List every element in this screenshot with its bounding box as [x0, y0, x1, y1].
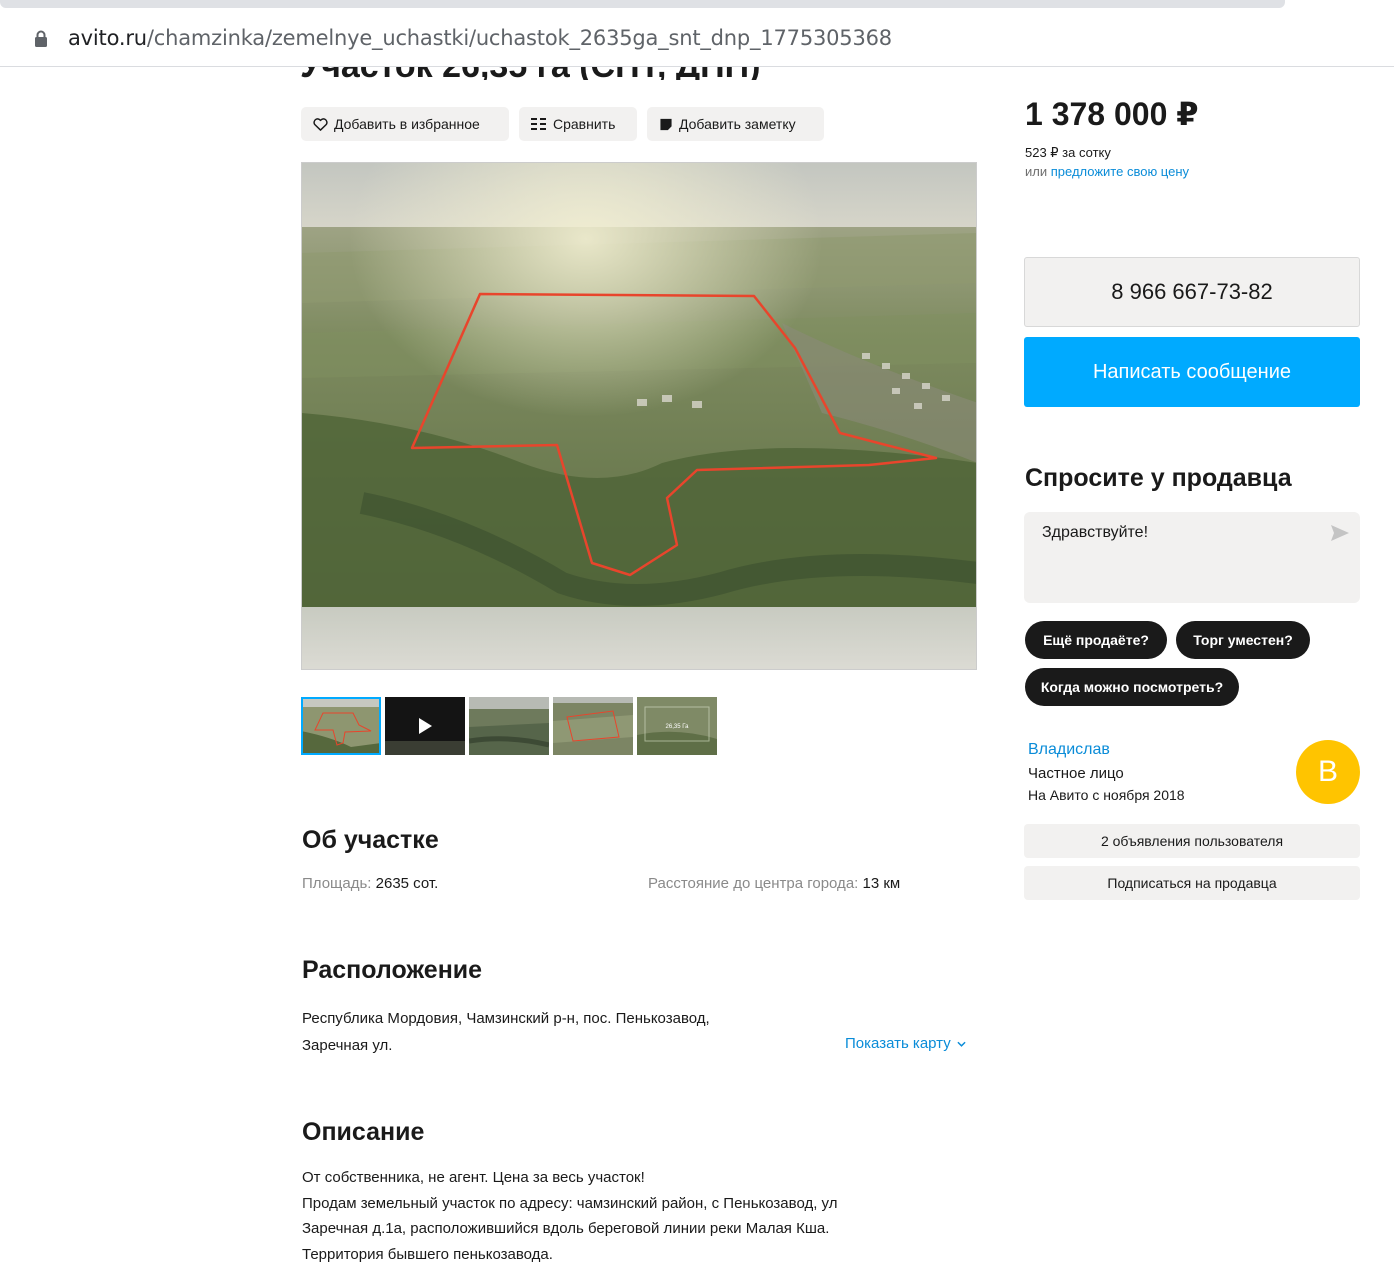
- show-map-label: Показать карту: [845, 1035, 951, 1052]
- seller-type: Частное лицо: [1028, 765, 1124, 782]
- about-heading: Об участке: [302, 826, 439, 854]
- offer-prefix: или: [1025, 164, 1048, 179]
- add-note-label: Добавить заметку: [679, 116, 796, 132]
- quick-question-still-selling[interactable]: Ещё продаёте?: [1025, 621, 1167, 659]
- area-label: Площадь:: [302, 875, 372, 892]
- photo-thumbnail-5[interactable]: 26,35 Га: [637, 697, 717, 755]
- ask-seller-input-text: Здравствуйте!: [1042, 524, 1149, 541]
- description-line: Территория бывшего пенькозавода.: [302, 1245, 553, 1263]
- seller-since: На Авито с ноября 2018: [1028, 787, 1185, 803]
- listing-title: Участок 26,35 га (СНТ, ДНП): [300, 67, 760, 80]
- description-line: Заречная д.1а, расположившийся вдоль бер…: [302, 1220, 830, 1237]
- description-text: От собственника, не агент. Цена за весь …: [302, 1165, 942, 1264]
- thumbnail-image: [553, 697, 633, 755]
- address-bar[interactable]: avito.ru/chamzinka/zemelnye_uchastki/uch…: [0, 16, 1394, 64]
- avatar[interactable]: В: [1296, 740, 1360, 804]
- seller-name-link[interactable]: Владислав: [1028, 741, 1110, 759]
- price: 1 378 000 ₽: [1025, 96, 1199, 132]
- heart-icon: [313, 117, 328, 131]
- offer-price-row: или предложите свою цену: [1025, 164, 1189, 179]
- thumbnail-image: [469, 697, 549, 755]
- description-line: Продам земельный участок по адресу: чамз…: [302, 1194, 838, 1212]
- photo-thumbnail-3[interactable]: [469, 697, 549, 755]
- distance-label: Расстояние до центра города:: [648, 875, 859, 892]
- send-icon[interactable]: [1330, 524, 1350, 542]
- quick-question-bargain[interactable]: Торг уместен?: [1176, 621, 1310, 659]
- show-map-link[interactable]: Показать карту: [845, 1035, 966, 1052]
- browser-tabstrip-edge: [0, 0, 1285, 8]
- main-photo[interactable]: [301, 162, 977, 670]
- address-line-2: Заречная ул.: [302, 1037, 393, 1054]
- thumbnail-area-label: 26,35 Га: [666, 724, 690, 730]
- add-to-favorites-label: Добавить в избранное: [334, 116, 480, 132]
- compare-button[interactable]: Сравнить: [519, 107, 637, 141]
- video-thumbnail[interactable]: [385, 697, 465, 755]
- url-path: /chamzinka/zemelnye_uchastki/uchastok_26…: [146, 26, 892, 50]
- param-distance: Расстояние до центра города: 13 км: [648, 875, 900, 892]
- write-message-button[interactable]: Написать сообщение: [1024, 337, 1360, 407]
- area-value: 2635 сот.: [375, 875, 439, 892]
- description-line: От собственника, не агент. Цена за весь …: [302, 1169, 645, 1186]
- lock-icon: [35, 30, 47, 47]
- show-phone-button[interactable]: 8 966 667-73-82: [1024, 257, 1360, 327]
- play-icon: [385, 697, 465, 755]
- subscribe-seller-button[interactable]: Подписаться на продавца: [1024, 866, 1360, 900]
- description-heading: Описание: [302, 1118, 425, 1146]
- distance-value: 13 км: [862, 875, 901, 892]
- url-host: avito.ru: [68, 26, 147, 50]
- compare-icon: [531, 118, 546, 130]
- seller-ads-button[interactable]: 2 объявления пользователя: [1024, 824, 1360, 858]
- thumbnail-image: 26,35 Га: [637, 697, 717, 755]
- compare-label: Сравнить: [553, 116, 616, 132]
- price-per-sotka: 523 ₽ за сотку: [1025, 145, 1111, 160]
- ask-seller-input[interactable]: Здравствуйте!: [1024, 512, 1360, 603]
- address: Республика Мордовия, Чамзинский р-н, пос…: [302, 1005, 822, 1059]
- url-text[interactable]: avito.ru/chamzinka/zemelnye_uchastki/uch…: [68, 26, 892, 50]
- note-icon: [660, 118, 672, 130]
- chevron-down-icon: [957, 1041, 966, 1047]
- listing-title-clip: Участок 26,35 га (СНТ, ДНП): [300, 67, 980, 80]
- add-note-button[interactable]: Добавить заметку: [647, 107, 824, 141]
- add-to-favorites-button[interactable]: Добавить в избранное: [301, 107, 509, 141]
- offer-price-link[interactable]: предложите свою цену: [1051, 164, 1189, 179]
- param-area: Площадь: 2635 сот.: [302, 875, 438, 892]
- ask-seller-heading: Спросите у продавца: [1025, 464, 1292, 492]
- thumbnail-image: [301, 697, 381, 755]
- address-line-1: Республика Мордовия, Чамзинский р-н, пос…: [302, 1010, 710, 1027]
- quick-question-when-view[interactable]: Когда можно посмотреть?: [1025, 668, 1239, 706]
- location-heading: Расположение: [302, 956, 483, 984]
- aerial-photo-image: [302, 163, 976, 669]
- photo-thumbnail-1[interactable]: [301, 697, 381, 755]
- photo-thumbnail-4[interactable]: [553, 697, 633, 755]
